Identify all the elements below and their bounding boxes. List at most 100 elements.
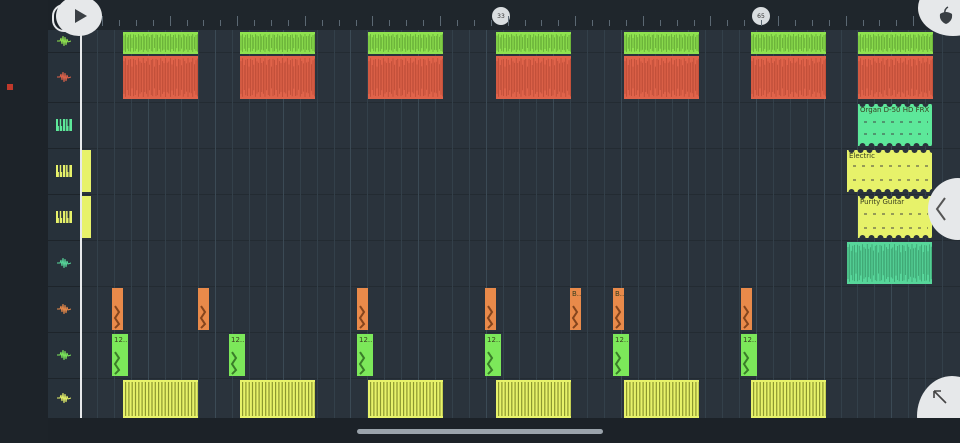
ruler-tick (524, 20, 526, 26)
track-header[interactable] (48, 102, 80, 149)
pattern-clip[interactable] (368, 56, 443, 99)
track-header[interactable] (48, 240, 80, 287)
bar-marker-label: 33 (497, 12, 505, 20)
left-margin (0, 0, 48, 443)
clip-waveform (624, 34, 699, 52)
ruler-tick (304, 16, 306, 26)
bar-marker-label: 65 (757, 12, 765, 20)
playhead[interactable] (80, 30, 82, 418)
ruler-tick (440, 16, 441, 26)
pattern-clip[interactable] (858, 56, 933, 99)
track-header[interactable] (48, 332, 80, 379)
grid-line (468, 30, 470, 418)
piano-keys-icon (56, 165, 72, 177)
pattern-clip[interactable] (123, 32, 198, 54)
pattern-clip[interactable] (82, 150, 91, 192)
waveform-icon (57, 348, 71, 362)
pattern-clip[interactable] (496, 32, 571, 54)
clip-waveform (358, 305, 366, 329)
ruler-tick (642, 16, 644, 26)
clip-waveform (242, 382, 315, 416)
pattern-clip[interactable]: 12... (357, 334, 373, 376)
clip-label: 12... (487, 336, 501, 344)
play-icon (75, 9, 87, 23)
piano-keys-icon (56, 211, 72, 223)
pattern-clip[interactable] (82, 196, 91, 238)
arrow-up-left-icon (933, 390, 947, 404)
pattern-clip[interactable]: 12... (112, 334, 128, 376)
track-header[interactable] (48, 52, 80, 103)
clip-waveform (751, 34, 826, 52)
grid-line (722, 30, 724, 418)
pattern-clip[interactable]: 12... (485, 334, 501, 376)
track-header[interactable] (48, 148, 80, 195)
pattern-clip[interactable]: 12... (741, 334, 757, 376)
ruler-tick (693, 20, 695, 26)
pattern-clip[interactable]: Purity Guitar (858, 196, 932, 238)
pattern-clip[interactable]: 12... (229, 334, 245, 376)
pattern-clip[interactable] (496, 56, 571, 99)
pattern-clip[interactable] (624, 56, 699, 99)
grid-line (705, 30, 707, 418)
ruler-tick (541, 20, 543, 26)
ruler-tick (625, 20, 627, 26)
clip-waveform (240, 58, 315, 97)
pattern-clip[interactable] (123, 380, 198, 418)
ruler-tick (423, 20, 425, 26)
pattern-clip[interactable] (240, 32, 315, 54)
ruler-tick (794, 20, 796, 26)
track-header[interactable] (48, 194, 80, 241)
pattern-clip[interactable] (368, 32, 443, 54)
playlist-area[interactable]: Organ D-50 HD FRX Electric Purity Guitar B.… (80, 30, 960, 418)
pattern-clip[interactable] (741, 288, 752, 330)
pattern-clip[interactable] (624, 380, 699, 418)
pattern-clip[interactable] (198, 288, 209, 330)
ruler-tick (659, 20, 661, 26)
pattern-clip[interactable] (496, 380, 571, 418)
pattern-clip[interactable] (751, 32, 826, 54)
clip-label: 12... (114, 336, 128, 344)
fl-studio-mobile-playlist: 33 65 Organ D-50 HD FRX Electric Purity Gu… (0, 0, 960, 443)
ruler-tick (271, 20, 272, 26)
clip-waveform (624, 58, 699, 97)
pattern-clip[interactable]: 12... (613, 334, 629, 376)
pattern-clip[interactable]: Organ D-50 HD FRX (858, 104, 932, 146)
waveform-icon (57, 34, 71, 48)
clip-waveform (113, 305, 121, 329)
clip-label: 12... (743, 336, 757, 344)
ruler-tick (287, 20, 289, 26)
track-header[interactable] (48, 286, 80, 333)
track-header[interactable] (48, 378, 80, 419)
pattern-clip[interactable] (368, 380, 443, 418)
pattern-clip[interactable] (485, 288, 496, 330)
clip-waveform (240, 34, 315, 52)
clip-label: 12... (231, 336, 245, 344)
clip-label: B... (572, 290, 581, 298)
chevron-left-icon (935, 197, 946, 221)
ruler-tick (761, 20, 763, 26)
pattern-clip[interactable] (240, 56, 315, 99)
pattern-clip[interactable] (123, 56, 198, 99)
grid-line (603, 30, 605, 418)
timeline-ruler[interactable]: 33 65 (80, 0, 960, 30)
ruler-tick (135, 20, 137, 26)
ruler-tick (406, 20, 408, 26)
horizontal-scrollbar[interactable] (357, 429, 603, 434)
pattern-clip[interactable] (624, 32, 699, 54)
ruler-tick (913, 16, 915, 26)
pattern-clip[interactable] (751, 56, 826, 99)
waveform-icon (57, 391, 71, 405)
ruler-tick (118, 20, 120, 26)
pattern-clip[interactable] (112, 288, 123, 330)
clip-waveform (123, 58, 198, 97)
clip-label: 12... (359, 336, 373, 344)
pattern-clip[interactable] (357, 288, 368, 330)
pattern-clip[interactable]: B... (570, 288, 581, 330)
grid-line (96, 30, 98, 418)
pattern-clip[interactable]: Electric (847, 150, 932, 192)
pattern-clip[interactable] (751, 380, 826, 418)
pattern-clip[interactable] (847, 242, 932, 284)
pattern-clip[interactable] (858, 32, 933, 54)
pattern-clip[interactable] (240, 380, 315, 418)
pattern-clip[interactable]: B... (613, 288, 624, 330)
